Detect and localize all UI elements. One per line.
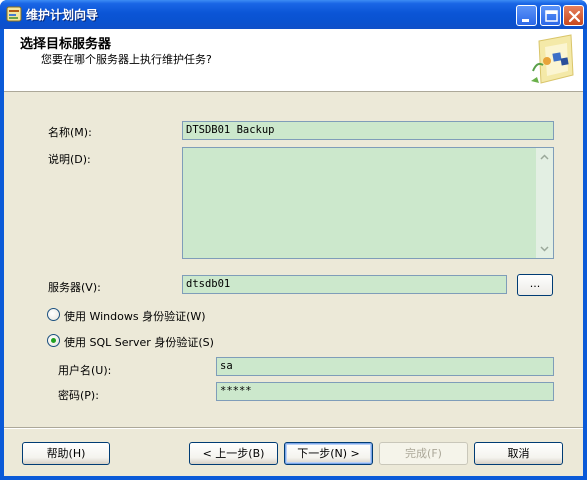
password-label: 密码(P): bbox=[58, 389, 99, 402]
wizard-window: 维护计划向导 选择目标服务器 您要在哪个服务器上执行维护任务? 名称(M): D… bbox=[0, 0, 587, 480]
windows-auth-radio[interactable] bbox=[47, 308, 60, 321]
description-scrollbar[interactable] bbox=[536, 148, 553, 258]
help-button[interactable]: 帮助(H) bbox=[22, 442, 110, 465]
radio-selected-dot bbox=[51, 338, 56, 343]
close-button[interactable] bbox=[563, 5, 584, 26]
server-input[interactable]: dtsdb01 bbox=[182, 275, 507, 294]
maximize-icon bbox=[545, 10, 558, 22]
password-input[interactable]: ***** bbox=[216, 382, 554, 401]
footer-divider bbox=[4, 427, 583, 429]
username-input[interactable]: sa bbox=[216, 357, 554, 376]
cancel-button[interactable]: 取消 bbox=[474, 442, 563, 465]
wizard-icon bbox=[6, 6, 22, 22]
scroll-up-arrow-icon[interactable] bbox=[537, 150, 552, 165]
next-button[interactable]: 下一步(N) > bbox=[284, 442, 373, 465]
title-bar[interactable]: 维护计划向导 bbox=[0, 0, 587, 29]
windows-auth-label[interactable]: 使用 Windows 身份验证(W) bbox=[64, 308, 206, 324]
description-label: 说明(D): bbox=[48, 153, 91, 166]
name-label: 名称(M): bbox=[48, 126, 92, 139]
scroll-down-arrow-icon[interactable] bbox=[537, 241, 552, 256]
wizard-graphic-icon bbox=[527, 31, 579, 89]
minimize-button[interactable] bbox=[516, 5, 537, 26]
back-button[interactable]: < 上一步(B) bbox=[189, 442, 278, 465]
browse-server-button[interactable]: ... bbox=[517, 274, 553, 296]
window-title: 维护计划向导 bbox=[26, 8, 99, 22]
page-title: 选择目标服务器 bbox=[20, 37, 112, 52]
sql-auth-label[interactable]: 使用 SQL Server 身份验证(S) bbox=[64, 334, 214, 350]
page-subtitle: 您要在哪个服务器上执行维护任务? bbox=[41, 53, 212, 66]
server-label: 服务器(V): bbox=[48, 281, 101, 294]
wizard-header: 选择目标服务器 您要在哪个服务器上执行维护任务? bbox=[4, 29, 583, 92]
sql-auth-radio[interactable] bbox=[47, 334, 60, 347]
close-icon bbox=[568, 10, 581, 23]
minimize-icon bbox=[522, 19, 529, 22]
username-label: 用户名(U): bbox=[58, 364, 112, 377]
maximize-button[interactable] bbox=[540, 5, 561, 26]
description-textarea[interactable] bbox=[182, 147, 554, 259]
finish-button[interactable]: 完成(F) bbox=[379, 442, 468, 465]
name-input[interactable]: DTSDB01 Backup bbox=[182, 121, 554, 140]
dialog-client-area: 选择目标服务器 您要在哪个服务器上执行维护任务? 名称(M): DTSDB01 … bbox=[4, 29, 583, 476]
